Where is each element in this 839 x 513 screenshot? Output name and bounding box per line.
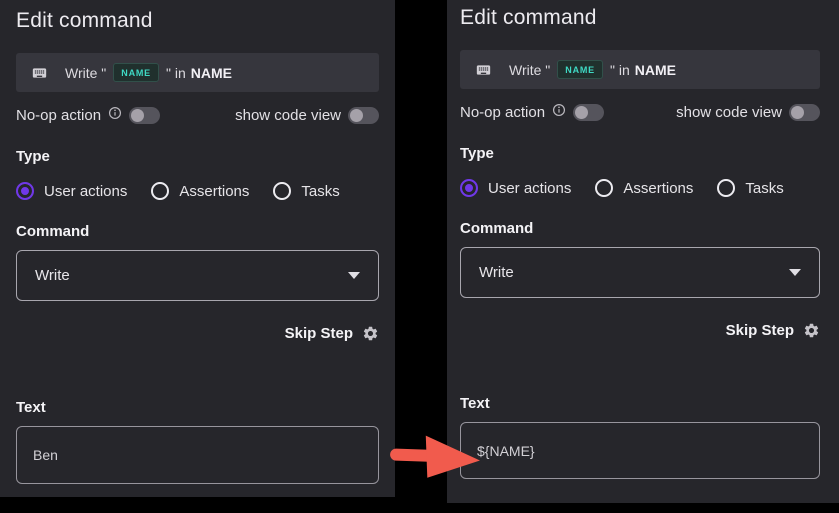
page-title: Edit command (16, 0, 379, 34)
keyboard-icon (30, 65, 49, 81)
command-summary-middle: " in (610, 62, 630, 78)
type-radio-group: User actions Assertions Tasks (16, 181, 379, 201)
text-input[interactable]: ${NAME} (460, 422, 820, 479)
toggle-knob (131, 109, 144, 122)
noop-toggle[interactable] (129, 107, 160, 124)
command-label: Command (460, 220, 820, 237)
radio-icon[interactable] (151, 182, 169, 200)
right-arrow-icon (389, 435, 483, 481)
command-summary-prefix: Write " (509, 62, 550, 78)
edit-command-dialog-before: Edit command Write " NAME " in NAME No-o… (0, 0, 395, 497)
text-input-value: ${NAME} (477, 443, 535, 459)
radio-label: Assertions (623, 180, 693, 197)
noop-toggle[interactable] (573, 104, 604, 121)
command-dropdown[interactable]: Write (460, 247, 820, 298)
toggle-row: No-op action show code view (16, 106, 379, 124)
radio-icon[interactable] (273, 182, 291, 200)
radio-label: User actions (488, 180, 571, 197)
text-label: Text (460, 395, 820, 412)
text-input-value: Ben (33, 447, 58, 463)
command-summary-middle: " in (166, 65, 186, 81)
command-dropdown-value: Write (35, 267, 70, 284)
info-icon[interactable] (108, 106, 122, 124)
radio-label: Assertions (179, 183, 249, 200)
noop-group: No-op action (460, 103, 604, 121)
command-dropdown-value: Write (479, 264, 514, 281)
toggle-row: No-op action show code view (460, 103, 820, 121)
command-summary-target: NAME (191, 65, 232, 81)
keyboard-icon (474, 62, 493, 78)
skip-step-label[interactable]: Skip Step (726, 322, 794, 339)
radio-assertions[interactable]: Assertions (151, 182, 249, 200)
noop-label: No-op action (460, 104, 545, 121)
toggle-knob (575, 106, 588, 119)
radio-tasks[interactable]: Tasks (717, 179, 783, 197)
command-summary-bar: Write " NAME " in NAME (460, 50, 820, 89)
code-view-label: show code view (676, 104, 782, 121)
variable-badge[interactable]: NAME (557, 60, 603, 79)
command-summary-bar: Write " NAME " in NAME (16, 53, 379, 92)
chevron-down-icon (348, 272, 360, 279)
radio-assertions[interactable]: Assertions (595, 179, 693, 197)
command-summary-target: NAME (635, 62, 676, 78)
skip-step-row: Skip Step (460, 321, 820, 339)
type-label: Type (16, 148, 379, 165)
text-label: Text (16, 399, 379, 416)
radio-selected-icon[interactable] (16, 182, 34, 200)
edit-command-dialog-after: Edit command Write " NAME " in NAME No-o… (447, 0, 839, 503)
radio-tasks[interactable]: Tasks (273, 182, 339, 200)
radio-selected-icon[interactable] (460, 179, 478, 197)
radio-user-actions[interactable]: User actions (16, 182, 127, 200)
noop-group: No-op action (16, 106, 160, 124)
code-view-label: show code view (235, 107, 341, 124)
code-view-toggle[interactable] (789, 104, 820, 121)
toggle-knob (791, 106, 804, 119)
chevron-down-icon (789, 269, 801, 276)
info-icon[interactable] (552, 103, 566, 121)
radio-label: Tasks (301, 183, 339, 200)
gear-icon[interactable] (803, 322, 820, 339)
radio-label: Tasks (745, 180, 783, 197)
type-radio-group: User actions Assertions Tasks (460, 178, 820, 198)
page-title: Edit command (460, 0, 820, 31)
type-label: Type (460, 145, 820, 162)
command-dropdown[interactable]: Write (16, 250, 379, 301)
skip-step-row: Skip Step (16, 324, 379, 342)
toggle-knob (350, 109, 363, 122)
command-summary-prefix: Write " (65, 65, 106, 81)
text-input[interactable]: Ben (16, 426, 379, 484)
radio-label: User actions (44, 183, 127, 200)
command-label: Command (16, 223, 379, 240)
radio-icon[interactable] (595, 179, 613, 197)
code-view-toggle[interactable] (348, 107, 379, 124)
code-view-group: show code view (676, 104, 820, 121)
code-view-group: show code view (235, 107, 379, 124)
gear-icon[interactable] (362, 325, 379, 342)
noop-label: No-op action (16, 107, 101, 124)
radio-icon[interactable] (717, 179, 735, 197)
skip-step-label[interactable]: Skip Step (285, 325, 353, 342)
variable-badge[interactable]: NAME (113, 63, 159, 82)
radio-user-actions[interactable]: User actions (460, 179, 571, 197)
